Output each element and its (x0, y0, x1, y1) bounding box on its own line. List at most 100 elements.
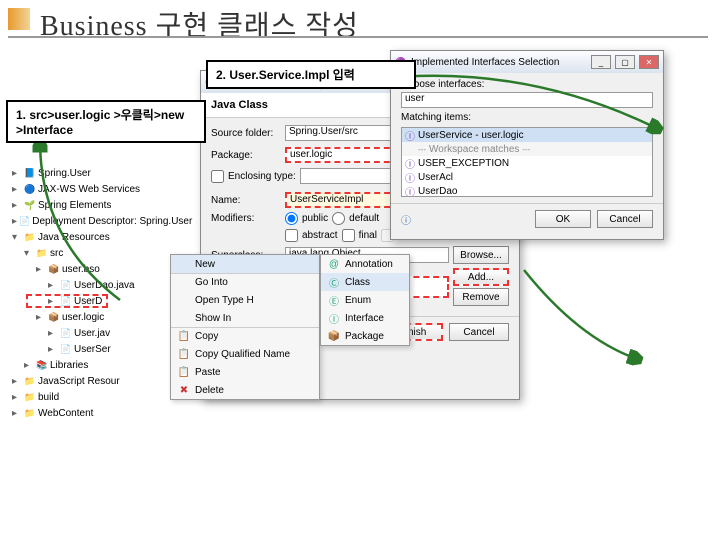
expander-icon[interactable]: ▾ (24, 248, 34, 259)
tree-item-icon: 📚 (36, 359, 48, 371)
context-menu-item[interactable]: 📋Paste (171, 363, 319, 381)
project-root-label: Spring.User (38, 168, 91, 179)
expander-icon[interactable]: ▸ (12, 392, 22, 403)
tree-item[interactable]: ▾📁Java Resources (8, 229, 178, 245)
context-menu-item[interactable]: 📋Copy Qualified Name (171, 345, 319, 363)
help-icon[interactable]: ⓘ (401, 212, 411, 227)
tree-item-label: user.logic (62, 312, 104, 323)
tree-item-icon: 📦 (48, 311, 60, 323)
add-interface-button[interactable]: Add... (453, 268, 509, 286)
menu-item-label: Annotation (345, 259, 393, 270)
modifier-final-check[interactable] (342, 229, 355, 242)
menu-item-label: Class (345, 277, 370, 288)
expander-icon[interactable]: ▸ (48, 344, 58, 355)
context-submenu-item[interactable]: Ⓘ Interface (321, 309, 409, 327)
tree-item-label: User.jav (74, 328, 110, 339)
menu-item-label: Interface (345, 313, 384, 324)
tree-item[interactable]: ▾📁src (8, 245, 178, 261)
enclosing-checkbox[interactable] (211, 170, 224, 183)
menu-item-icon: Ⓘ (327, 311, 341, 325)
maximize-button[interactable]: ▢ (615, 55, 635, 69)
expander-icon[interactable]: ▸ (12, 200, 22, 211)
expander-icon[interactable]: ▸ (36, 264, 46, 275)
expander-icon[interactable]: ▸ (24, 360, 34, 371)
match-item[interactable]: ⒾUserDao (402, 184, 652, 197)
tree-item-icon: 📄 (60, 295, 72, 307)
context-menu-item[interactable]: New (171, 255, 319, 273)
expander-icon[interactable]: ▸ (48, 328, 58, 339)
tree-item-label: Spring Elements (38, 200, 111, 211)
context-submenu-item[interactable]: 📦Package (321, 327, 409, 345)
minimize-button[interactable]: _ (591, 55, 611, 69)
menu-item-label: Copy Qualified Name (195, 349, 290, 360)
iface-dialog-titlebar[interactable]: 🟣 Implemented Interfaces Selection _ ▢ ✕ (391, 51, 663, 73)
modifier-abstract-check[interactable] (285, 229, 298, 242)
expander-icon[interactable]: ▸ (12, 376, 22, 387)
ok-button[interactable]: OK (535, 210, 591, 228)
tree-item-label: Deployment Descriptor: Spring.User (32, 216, 192, 227)
tree-item[interactable]: ▸🔵JAX-WS Web Services (8, 181, 178, 197)
menu-item-label: Open Type H (195, 295, 254, 306)
match-label: UserDao (418, 186, 457, 197)
modifier-public-radio[interactable] (285, 212, 298, 225)
context-menu-item[interactable]: Show In (171, 309, 319, 327)
tree-item[interactable]: ▸📄UserSer (8, 341, 178, 357)
project-explorer[interactable]: ▸ 📘 Spring.User ▸🔵JAX-WS Web Services▸🌱S… (8, 165, 178, 421)
match-item[interactable]: ⒾUSER_EXCEPTION (402, 156, 652, 170)
choose-interfaces-label: Choose interfaces: (401, 79, 653, 90)
menu-item-icon: Ⓔ (327, 293, 341, 307)
interface-search-input[interactable]: user (401, 92, 653, 108)
context-submenu-new[interactable]: @ Annotation ⒸClassⒺEnum Ⓘ Interface 📦Package (320, 254, 410, 346)
menu-item-icon: @ (327, 257, 341, 271)
tree-item[interactable]: ▸📁JavaScript Resour (8, 373, 178, 389)
tree-item[interactable]: ▸📦user.logic (8, 309, 178, 325)
expander-icon[interactable]: ▸ (36, 312, 46, 323)
context-submenu-item[interactable]: ⒺEnum (321, 291, 409, 309)
context-submenu-item[interactable]: @ Annotation (321, 255, 409, 273)
menu-item-icon: 📋 (177, 330, 191, 344)
matching-items-label: Matching items: (401, 112, 653, 123)
matching-items-list[interactable]: ⒾUserService - user.logic--- Workspace m… (401, 127, 653, 197)
context-menu-item[interactable]: Go Into (171, 273, 319, 291)
mod-default-label: default (349, 213, 379, 224)
context-menu-item[interactable]: Open Type H (171, 291, 319, 309)
project-icon: 📘 (24, 167, 36, 179)
tree-item[interactable]: ▸📚Libraries (8, 357, 178, 373)
menu-item-label: New (195, 259, 215, 270)
match-item[interactable]: ⒾUserService - user.logic (402, 128, 652, 142)
tree-item-label: JavaScript Resour (38, 376, 120, 387)
tree-item[interactable]: ▸📄UserD (8, 293, 178, 309)
interface-icon: Ⓘ (405, 156, 415, 171)
expander-icon[interactable]: ▸ (12, 216, 17, 227)
expander-icon[interactable]: ▸ (48, 296, 58, 307)
match-item[interactable]: ⒾUserAcl (402, 170, 652, 184)
expander-icon[interactable]: ▸ (12, 168, 22, 179)
expander-icon[interactable]: ▸ (12, 408, 22, 419)
remove-interface-button[interactable]: Remove (453, 288, 509, 306)
close-button[interactable]: ✕ (639, 55, 659, 69)
menu-item-label: Paste (195, 367, 221, 378)
tree-item[interactable]: ▸📁build (8, 389, 178, 405)
menu-item-icon (177, 311, 191, 325)
cancel-button[interactable]: Cancel (449, 323, 509, 341)
tree-item-label: UserD (74, 296, 102, 307)
tree-item[interactable]: ▸📄User.jav (8, 325, 178, 341)
modifier-default-radio[interactable] (332, 212, 345, 225)
banner-title: Java Class (211, 99, 268, 111)
expander-icon[interactable]: ▸ (12, 184, 22, 195)
tree-item[interactable]: ▸🌱Spring Elements (8, 197, 178, 213)
browse-superclass-button[interactable]: Browse... (453, 246, 509, 264)
tree-item[interactable]: ▸📄UserDao.java (8, 277, 178, 293)
expander-icon[interactable]: ▾ (12, 232, 22, 243)
tree-item[interactable]: ▸📁WebContent (8, 405, 178, 421)
expander-icon[interactable]: ▸ (48, 280, 58, 291)
iface-cancel-button[interactable]: Cancel (597, 210, 653, 228)
context-menu[interactable]: NewGo IntoOpen Type HShow In📋Copy📋Copy Q… (170, 254, 320, 400)
context-menu-item[interactable]: ✖Delete (171, 381, 319, 399)
tree-item[interactable]: ▸📄Deployment Descriptor: Spring.User (8, 213, 178, 229)
tree-item[interactable]: ▸📦user.bso (8, 261, 178, 277)
match-header: --- Workspace matches --- (402, 142, 652, 156)
context-submenu-item[interactable]: ⒸClass (321, 273, 409, 291)
context-menu-item[interactable]: 📋Copy (171, 327, 319, 345)
project-root[interactable]: ▸ 📘 Spring.User (8, 165, 178, 181)
